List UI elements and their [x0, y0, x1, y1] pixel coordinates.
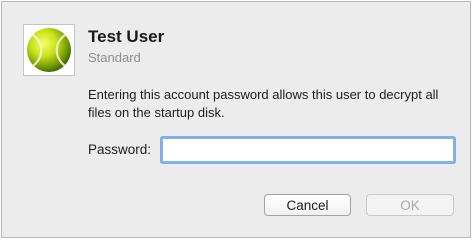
avatar [23, 24, 75, 76]
info-message: Entering this account password allows th… [88, 87, 439, 120]
password-label: Password: [88, 142, 152, 157]
ok-button[interactable]: OK [366, 194, 454, 216]
user-name: Test User [88, 27, 165, 46]
cancel-button[interactable]: Cancel [264, 194, 351, 216]
account-type: Standard [88, 50, 141, 65]
unlock-dialog: Test User Standard Entering this account… [1, 1, 471, 238]
tennis-ball-icon [24, 25, 74, 75]
password-field[interactable] [162, 138, 454, 162]
